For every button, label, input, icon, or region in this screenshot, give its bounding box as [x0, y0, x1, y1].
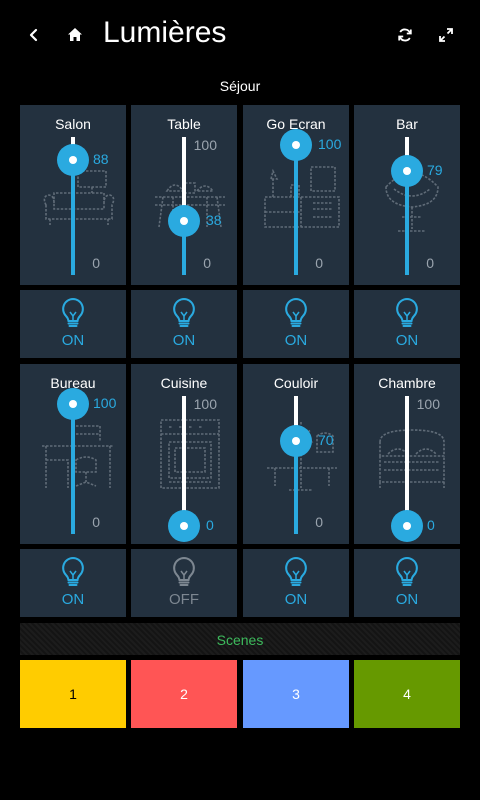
refresh-icon — [398, 28, 412, 42]
back-icon — [29, 28, 38, 42]
fullscreen-button[interactable] — [430, 19, 462, 51]
dimmer-slider-knob[interactable] — [168, 510, 200, 542]
dimmer-min: 0 — [92, 255, 100, 271]
dimmer-slider-knob[interactable] — [57, 388, 89, 420]
dimmer-max: 100 — [416, 396, 440, 412]
switch-state: OFF — [169, 591, 199, 608]
switch-state: ON — [61, 591, 85, 608]
dimmer-tile-table: Table 38 100 0 — [131, 105, 237, 285]
dimmer-slider-knob[interactable] — [391, 154, 423, 187]
lightbulb-icon — [173, 297, 195, 327]
dimmer-slider-knob[interactable] — [280, 424, 312, 457]
dimmer-tile-go-ecran: Go Ecran 100 0 — [243, 105, 349, 285]
dimmer-slider-fill — [71, 159, 75, 275]
dimmer-value: 0 — [206, 517, 214, 533]
page-title: Lumières — [103, 16, 227, 49]
lightbulb-icon — [396, 556, 418, 586]
dimmer-name: Table — [167, 116, 201, 132]
switch-tile-cuisine[interactable]: OFF — [131, 549, 237, 617]
bed-icon — [379, 429, 445, 488]
switch-state: ON — [172, 332, 196, 349]
dimmer-slider-knob[interactable] — [57, 143, 89, 176]
dimmer-value: 0 — [427, 517, 435, 533]
lightbulb-icon — [173, 556, 195, 586]
dimmer-min: 0 — [426, 255, 434, 271]
dimmer-value: 79 — [427, 161, 443, 178]
refresh-button[interactable] — [389, 19, 421, 51]
scene-button-3[interactable]: 3 — [243, 660, 349, 728]
switch-state: ON — [395, 591, 419, 608]
switch-tile-table[interactable]: ON — [131, 290, 237, 358]
dimmer-slider-fill — [294, 145, 298, 275]
dimmer-tile-bar: Bar 79 0 — [354, 105, 460, 285]
dimmer-tile-bureau: Bureau 100 0 — [20, 364, 126, 544]
dimmer-max: 100 — [193, 396, 217, 412]
dimmer-name: Chambre — [378, 375, 436, 391]
top-bar: Lumières — [0, 0, 480, 70]
dimmer-value: 88 — [93, 150, 109, 167]
dimmer-value: 70 — [318, 431, 334, 448]
dimmer-min: 0 — [92, 514, 100, 530]
dimmer-name: Salon — [55, 116, 91, 132]
lightbulb-icon — [285, 556, 307, 586]
switch-tile-go-ecran[interactable]: ON — [243, 290, 349, 358]
switch-tile-bar[interactable]: ON — [354, 290, 460, 358]
scenes-label: Scenes — [216, 632, 264, 648]
dimmer-slider-knob[interactable] — [391, 510, 423, 542]
oven-icon — [160, 419, 220, 489]
lightbulb-icon — [62, 297, 84, 327]
dimmer-min: 0 — [315, 514, 323, 530]
switch-tile-salon[interactable]: ON — [20, 290, 126, 358]
dimmer-tile-cuisine: Cuisine 0 100 — [131, 364, 237, 544]
dimmer-name: Cuisine — [160, 375, 208, 391]
dimmer-tile-salon: Salon 88 0 — [20, 105, 126, 285]
dimmer-value: 38 — [206, 211, 222, 228]
switch-state: ON — [395, 332, 419, 349]
lightbulb-icon — [285, 297, 307, 327]
back-button[interactable] — [18, 19, 50, 51]
scene-button-2[interactable]: 2 — [131, 660, 237, 728]
lightbulb-icon — [396, 297, 418, 327]
dimmer-tile-couloir: Couloir 70 0 — [243, 364, 349, 544]
switch-state: ON — [284, 332, 308, 349]
dimmer-slider-knob[interactable] — [168, 204, 200, 237]
home-button[interactable] — [59, 19, 91, 51]
dimmer-slider-track[interactable] — [294, 396, 298, 534]
switch-tile-bureau[interactable]: ON — [20, 549, 126, 617]
desk-icon — [42, 425, 114, 488]
switch-state: ON — [284, 591, 308, 608]
home-icon — [68, 28, 82, 41]
dimmer-name: Bar — [396, 116, 418, 132]
switch-tile-couloir[interactable]: ON — [243, 549, 349, 617]
fullscreen-icon — [439, 28, 453, 42]
dimmer-tile-chambre: Chambre 0 100 — [354, 364, 460, 544]
switch-tile-chambre[interactable]: ON — [354, 549, 460, 617]
dimmer-min: 0 — [203, 255, 211, 271]
dimmer-slider-fill — [71, 404, 75, 534]
switch-state: ON — [61, 332, 85, 349]
scene-button-4[interactable]: 4 — [354, 660, 460, 728]
dimmer-name: Couloir — [273, 375, 319, 391]
scenes-header: Scenes — [20, 623, 460, 655]
lightbulb-icon — [62, 556, 84, 586]
section-title: Séjour — [219, 78, 261, 94]
dimmer-max: 100 — [193, 137, 217, 153]
dimmer-slider-knob[interactable] — [280, 129, 312, 161]
dimmer-min: 0 — [315, 255, 323, 271]
scene-button-1[interactable]: 1 — [20, 660, 126, 728]
dimmer-value: 100 — [93, 395, 117, 411]
tv-cabinet-icon — [264, 166, 340, 228]
dimmer-value: 100 — [318, 136, 342, 152]
